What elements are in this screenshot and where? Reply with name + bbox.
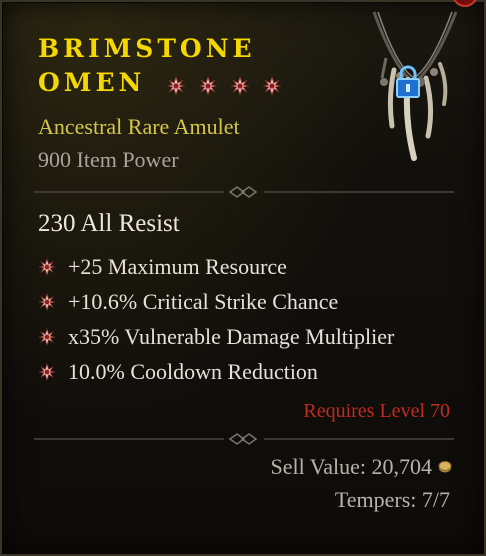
affix-text: x35% Vulnerable Damage Multiplier	[68, 323, 395, 349]
item-power: 900 Item Power	[38, 147, 179, 172]
greater-affix-star-icon	[262, 76, 282, 96]
item-name-line1: BRIMSTONE	[38, 34, 256, 63]
greater-affix-star-icon	[230, 76, 250, 96]
greater-affix-stars	[166, 68, 294, 102]
affix-text: +25 Maximum Resource	[68, 253, 287, 279]
affix-bullet-icon	[38, 362, 56, 381]
affix-bullet-icon	[38, 327, 56, 346]
affix-bullet-icon	[38, 292, 56, 311]
affix-item: 10.0% Cooldown Reduction	[38, 354, 394, 389]
affix-item: x35% Vulnerable Damage Multiplier	[38, 319, 394, 354]
item-tooltip: BRIMSTONE OMEN Ancestral Rare Amulet 900…	[0, 0, 486, 556]
affix-text: +10.6% Critical Strike Chance	[68, 288, 339, 314]
section-divider	[34, 186, 454, 198]
greater-affix-star-icon	[166, 76, 186, 96]
affix-bullet-icon	[38, 257, 56, 276]
item-name-line2-row: OMEN	[38, 66, 294, 102]
affix-item: +25 Maximum Resource	[38, 249, 394, 284]
item-name: BRIMSTONE OMEN	[38, 32, 294, 102]
level-requirement: Requires Level 70	[303, 400, 450, 422]
greater-affix-star-icon	[198, 76, 218, 96]
lock-icon[interactable]	[392, 65, 424, 99]
item-name-line2: OMEN	[38, 68, 146, 97]
sell-value: Sell Value: 20,704	[270, 454, 432, 479]
gold-coin-icon	[438, 461, 452, 473]
affix-item: +10.6% Critical Strike Chance	[38, 284, 394, 319]
affix-text: 10.0% Cooldown Reduction	[68, 358, 318, 384]
implicit-stat: 230 All Resist	[38, 210, 180, 237]
item-rarity-type: Ancestral Rare Amulet	[38, 114, 240, 139]
tempers-count: Tempers: 7/7	[334, 487, 450, 512]
affix-list: +25 Maximum Resource +10.6% Critical Str…	[38, 249, 394, 389]
section-divider	[34, 433, 454, 445]
sell-value-row: Sell Value: 20,704	[270, 454, 452, 480]
